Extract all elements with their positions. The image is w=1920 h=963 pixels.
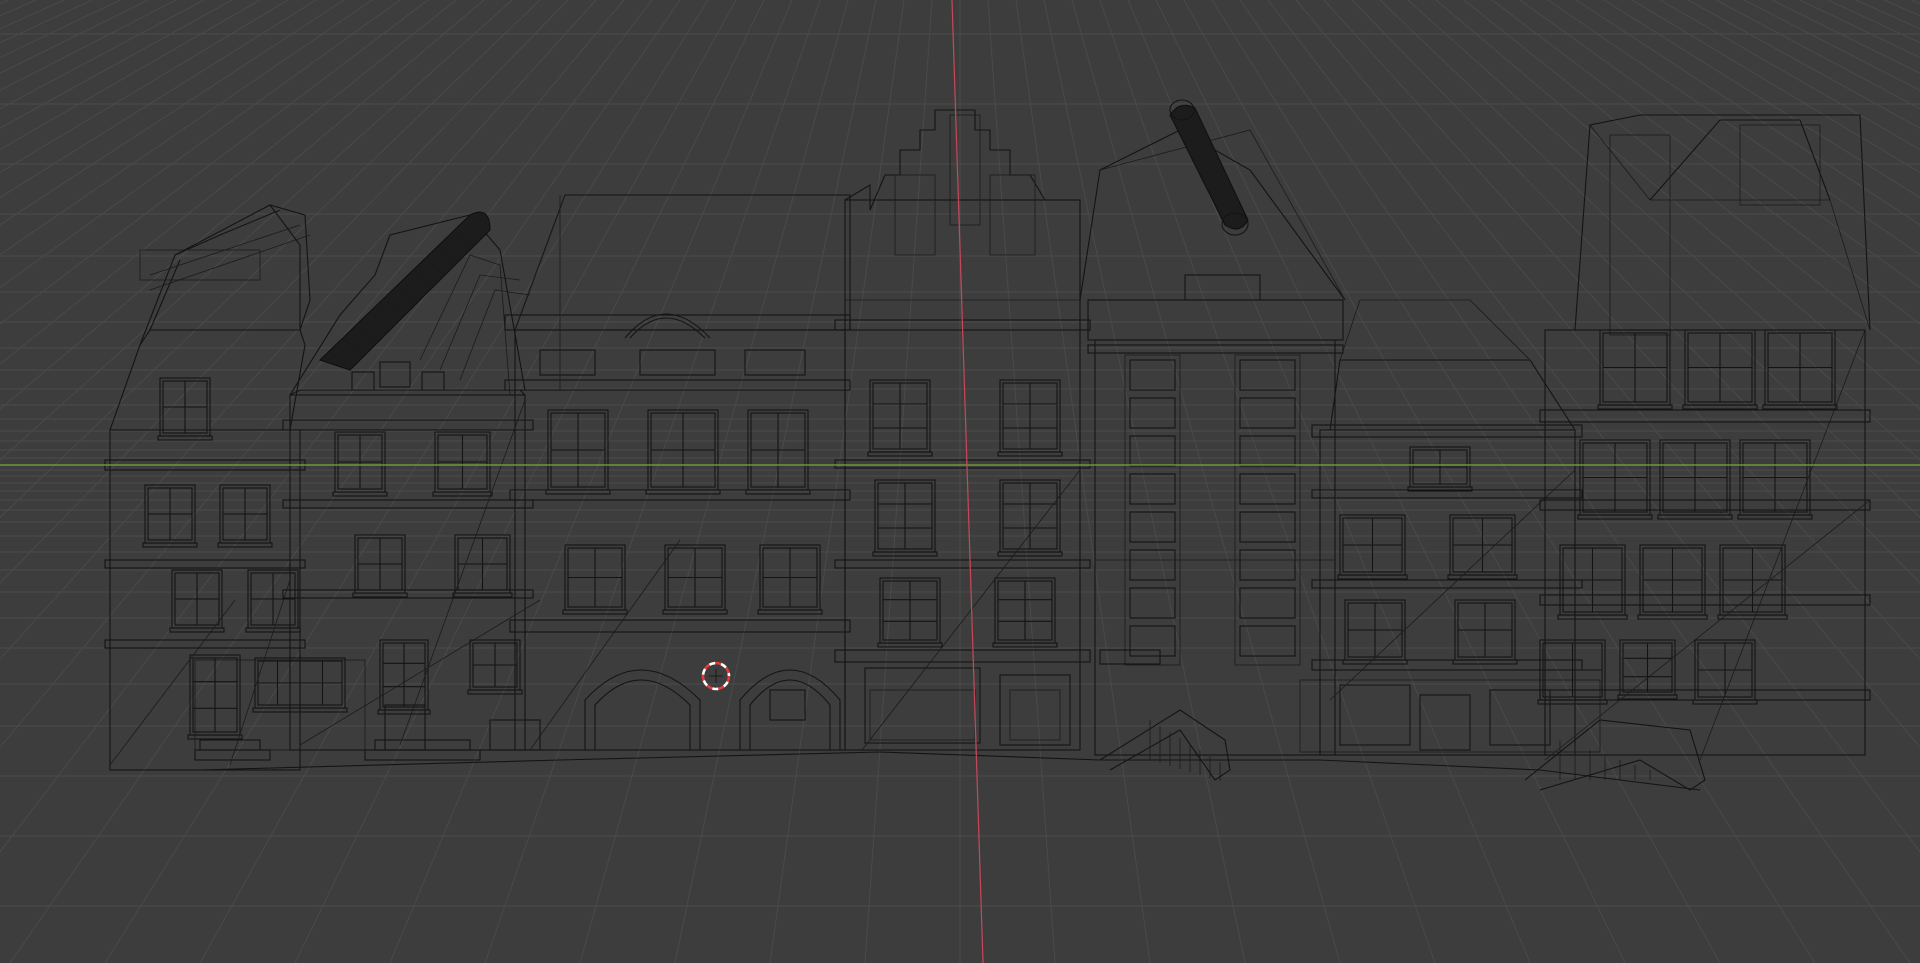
3d-viewport[interactable] — [0, 0, 1920, 963]
3d-cursor-icon[interactable] — [0, 0, 1920, 963]
